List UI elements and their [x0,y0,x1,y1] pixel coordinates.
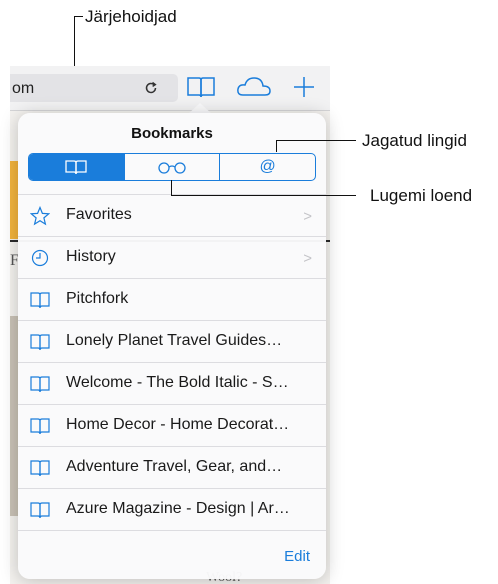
list-item-label: Azure Magazine - Design | Ar… [66,500,290,517]
book-icon [30,334,50,351]
callout-shared-links-line-vertical [276,140,277,152]
list-item-label: Pitchfork [66,290,129,307]
bookmarks-list: Favorites > History > Pitchfork Lonely P… [18,194,326,531]
book-icon [30,292,50,309]
new-tab-plus-icon[interactable] [292,75,316,99]
page-image-fragment [10,316,18,516]
bookmarks-segmented-control: @ [28,153,316,181]
callout-reading-list-line [171,195,356,196]
address-field[interactable]: om [10,74,178,102]
callout-reading-list-line-vertical [171,180,172,195]
clock-icon [31,249,49,267]
reload-icon[interactable] [143,80,159,96]
list-item-bookmark[interactable]: Home Decor - Home Decorat… [18,404,326,446]
callout-shared-links-label: Jagatud lingid [362,131,467,150]
bookmarks-popover: Bookmarks @ Favorites > History > Pitchf… [18,113,326,579]
browser-toolbar: om [10,66,330,111]
list-item-history[interactable]: History > [18,236,326,278]
list-item-label: Adventure Travel, Gear, and… [66,458,283,475]
star-icon [30,206,50,226]
glasses-icon [158,162,186,174]
chevron-right-icon: > [303,208,312,225]
edit-button[interactable]: Edit [284,548,310,565]
page-stripe-orange [10,161,18,239]
segment-bookmarks[interactable] [29,154,124,180]
callout-reading-list-label: Lugemi loend [370,186,473,205]
list-item-label: Favorites [66,206,132,223]
list-item-bookmark[interactable]: Pitchfork [18,278,326,320]
list-item-label: Lonely Planet Travel Guides… [66,332,283,349]
book-icon [65,160,87,175]
book-icon [30,376,50,393]
address-text: om [12,80,35,97]
segment-shared-links[interactable]: @ [219,154,315,180]
list-item-label: Home Decor - Home Decorat… [66,416,290,433]
list-item-bookmark[interactable]: Azure Magazine - Design | Ar… [18,488,326,531]
book-icon [30,418,50,435]
list-item-favorites[interactable]: Favorites > [18,194,326,236]
callout-shared-links-line [276,140,356,141]
bookmarks-toolbar-icon[interactable] [186,75,216,99]
callout-bookmarks-line [74,16,83,17]
book-icon [30,460,50,477]
segment-reading-list[interactable] [123,154,220,180]
list-item-bookmark[interactable]: Adventure Travel, Gear, and… [18,446,326,488]
list-item-label: History [66,248,116,265]
list-item-label: Welcome - The Bold Italic - S… [66,374,289,391]
list-item-bookmark[interactable]: Welcome - The Bold Italic - S… [18,362,326,404]
at-sign-icon: @ [259,158,276,175]
list-item-bookmark[interactable]: Lonely Planet Travel Guides… [18,320,326,362]
chevron-right-icon: > [303,250,312,267]
icloud-tabs-icon[interactable] [236,75,272,99]
callout-bookmarks-label: Järjehoidjad [85,7,177,26]
book-icon [30,502,50,519]
